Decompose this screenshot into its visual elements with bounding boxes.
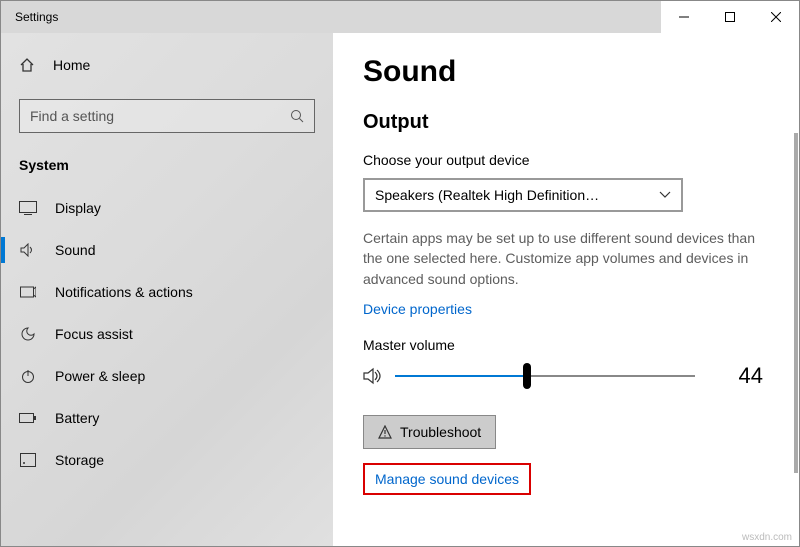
home-link[interactable]: Home <box>1 45 333 85</box>
manage-sound-highlight: Manage sound devices <box>363 463 531 495</box>
display-icon <box>19 201 37 215</box>
notifications-icon <box>19 285 37 299</box>
search-input[interactable]: Find a setting <box>19 99 315 133</box>
output-device-dropdown[interactable]: Speakers (Realtek High Definition… <box>363 178 683 212</box>
close-icon <box>771 12 781 22</box>
sidebar-item-notifications[interactable]: Notifications & actions <box>1 271 333 313</box>
minimize-icon <box>679 12 689 22</box>
maximize-button[interactable] <box>707 1 753 33</box>
sidebar-item-label: Power & sleep <box>55 368 145 384</box>
sidebar-item-label: Storage <box>55 452 104 468</box>
close-button[interactable] <box>753 1 799 33</box>
sidebar-item-power[interactable]: Power & sleep <box>1 355 333 397</box>
sidebar-item-label: Battery <box>55 410 99 426</box>
battery-icon <box>19 412 37 424</box>
search-placeholder: Find a setting <box>30 108 114 124</box>
chevron-down-icon <box>659 191 671 199</box>
troubleshoot-label: Troubleshoot <box>400 424 481 440</box>
volume-slider[interactable] <box>395 366 695 386</box>
scrollbar[interactable] <box>794 133 798 473</box>
slider-track-fill <box>395 375 527 377</box>
search-icon <box>290 109 304 123</box>
sidebar-item-display[interactable]: Display <box>1 187 333 229</box>
section-output-title: Output <box>363 111 769 134</box>
maximize-icon <box>725 12 735 22</box>
slider-track-empty <box>527 375 695 377</box>
body: Home Find a setting System Display So <box>1 33 799 546</box>
slider-thumb[interactable] <box>523 363 531 389</box>
home-label: Home <box>53 57 90 73</box>
device-properties-link[interactable]: Device properties <box>363 301 472 317</box>
focus-assist-icon <box>19 326 37 342</box>
speaker-icon[interactable] <box>363 367 383 385</box>
sidebar-item-focus-assist[interactable]: Focus assist <box>1 313 333 355</box>
sidebar-item-label: Sound <box>55 242 95 258</box>
storage-icon <box>19 453 37 467</box>
sidebar-item-label: Display <box>55 200 101 216</box>
sidebar: Home Find a setting System Display So <box>1 33 333 546</box>
volume-value: 44 <box>739 363 769 389</box>
choose-device-label: Choose your output device <box>363 152 769 168</box>
manage-sound-devices-link[interactable]: Manage sound devices <box>375 471 519 487</box>
sidebar-item-storage[interactable]: Storage <box>1 439 333 481</box>
titlebar: Settings <box>1 1 799 33</box>
sidebar-item-sound[interactable]: Sound <box>1 229 333 271</box>
volume-row: 44 <box>363 363 769 389</box>
home-icon <box>19 57 35 73</box>
content: Sound Output Choose your output device S… <box>333 33 799 546</box>
sound-icon <box>19 243 37 257</box>
sidebar-item-label: Focus assist <box>55 326 133 342</box>
warning-icon <box>378 425 392 439</box>
window-controls <box>661 1 799 33</box>
master-volume-label: Master volume <box>363 337 769 353</box>
sidebar-item-battery[interactable]: Battery <box>1 397 333 439</box>
power-icon <box>19 368 37 384</box>
page-title: Sound <box>363 55 769 89</box>
sidebar-item-label: Notifications & actions <box>55 284 193 300</box>
troubleshoot-button[interactable]: Troubleshoot <box>363 415 496 449</box>
output-help-text: Certain apps may be set up to use differ… <box>363 228 769 289</box>
dropdown-value: Speakers (Realtek High Definition… <box>375 187 599 203</box>
settings-window: Settings Home Find a setting <box>0 0 800 547</box>
watermark: wsxdn.com <box>742 532 792 543</box>
category-header: System <box>1 151 333 187</box>
window-title: Settings <box>15 10 58 24</box>
minimize-button[interactable] <box>661 1 707 33</box>
